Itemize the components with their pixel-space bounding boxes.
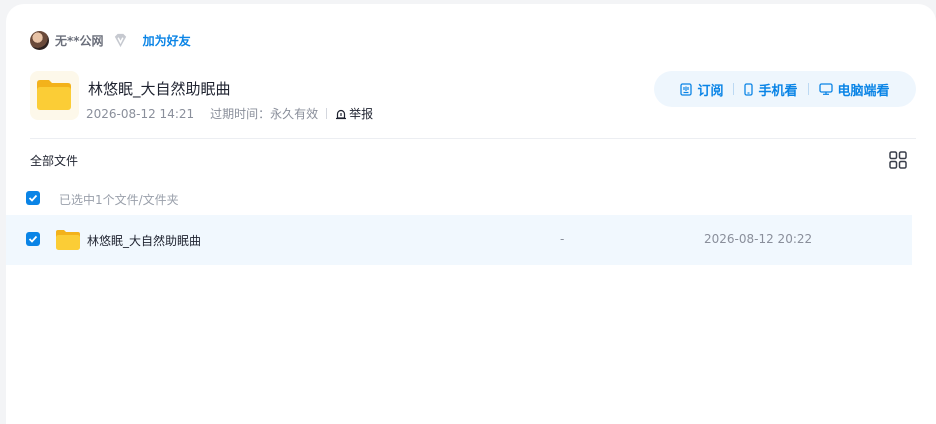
folder-icon [56, 230, 80, 250]
mobile-phone-icon [744, 82, 754, 96]
all-files-breadcrumb[interactable]: 全部文件 [30, 152, 78, 169]
share-title: 林悠眠_大自然助眠曲 [88, 80, 231, 98]
subscribe-icon [680, 82, 693, 96]
share-header: 林悠眠_大自然助眠曲 2026-08-12 14:21 过期时间： 永久有效 举… [30, 71, 916, 127]
mobile-view-button[interactable]: 手机看 [734, 80, 807, 99]
report-label: 举报 [349, 107, 374, 121]
subscribe-label: 订阅 [697, 83, 724, 99]
monitor-icon [818, 83, 833, 95]
file-size: - [560, 232, 565, 246]
check-icon [28, 235, 38, 243]
report-button[interactable]: 举报 [335, 105, 373, 122]
desktop-view-label: 电脑端看 [837, 83, 890, 99]
check-icon [28, 194, 38, 202]
sharer-info: 无**公网 加为好友 [30, 30, 191, 50]
share-created-time: 2026-08-12 14:21 [86, 106, 195, 121]
expire-label: 过期时间： [210, 107, 271, 121]
add-friend-link[interactable]: 加为好友 [143, 32, 191, 49]
diamond-vip-icon [114, 33, 126, 47]
avatar[interactable] [30, 30, 49, 50]
folder-icon [30, 71, 79, 120]
username[interactable]: 无**公网 [55, 32, 104, 49]
subscribe-button[interactable]: 订阅 [670, 80, 733, 99]
file-name-link[interactable]: 林悠眠_大自然助眠曲 [87, 232, 201, 249]
selection-status: 已选中1个文件/文件夹 [59, 193, 179, 207]
alarm-icon [336, 109, 347, 119]
table-row[interactable]: 林悠眠_大自然助眠曲 - 2026-08-12 20:22 [6, 215, 912, 265]
view-actions: 订阅 手机看 电脑端看 [654, 71, 916, 107]
desktop-view-button[interactable]: 电脑端看 [809, 80, 900, 99]
select-all-checkbox[interactable] [26, 191, 40, 205]
file-modified-date: 2026-08-12 20:22 [704, 232, 813, 246]
expire-value: 永久有效 [270, 107, 319, 121]
mobile-view-label: 手机看 [758, 83, 798, 99]
divider [30, 138, 916, 139]
share-page-card: 无**公网 加为好友 林悠眠_大自然助眠曲 2026-08-12 14:21 过… [6, 4, 936, 424]
share-meta: 2026-08-12 14:21 过期时间： 永久有效 举报 [86, 105, 373, 122]
grid-view-icon[interactable] [889, 151, 907, 169]
row-checkbox[interactable] [26, 232, 40, 246]
